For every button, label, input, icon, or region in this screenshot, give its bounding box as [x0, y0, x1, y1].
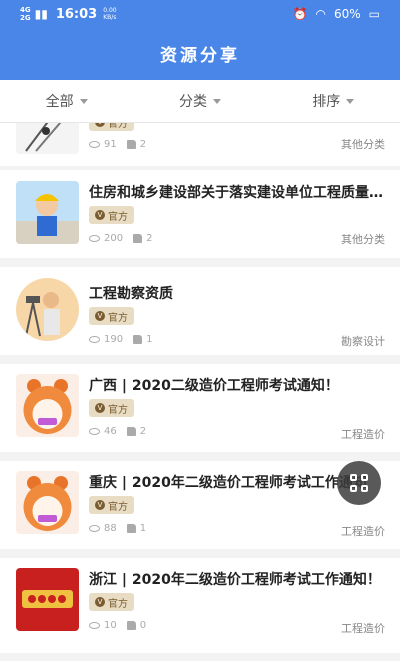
item-category: 工程造价: [341, 428, 385, 441]
item-title: 工程勘察资质: [89, 286, 173, 302]
list-item[interactable]: V官方 91 2 其他分类: [0, 123, 400, 166]
thumbs-up-icon: [126, 621, 136, 630]
view-count: 190: [104, 334, 124, 345]
red-banner-image: [16, 568, 79, 631]
official-badge: V官方: [89, 593, 134, 611]
verified-icon: V: [95, 311, 105, 321]
item-title: 住房和城乡建设部关于落实建设单位工程质量首要责任的通知: [89, 185, 385, 201]
alarm-icon: ⏰: [292, 7, 308, 21]
eye-icon: [89, 336, 100, 343]
status-bar: 4G 2G ▮▮ 16:03 0.00 KB/s ⏰ ◠ 60% ▭: [0, 0, 400, 32]
item-stats: 91 2: [89, 139, 146, 150]
official-badge: V官方: [89, 307, 134, 325]
filter-all-label: 全部: [45, 94, 74, 110]
item-stats: 46 2: [89, 426, 146, 437]
signal-4g: 4G: [20, 6, 31, 14]
eye-icon: [89, 235, 100, 242]
clock: 16:03: [55, 6, 98, 22]
grid-icon: [350, 474, 368, 492]
filter-bar: 全部 分类 排序: [0, 80, 400, 123]
filter-sort[interactable]: 排序: [267, 80, 400, 122]
official-badge: V官方: [89, 496, 134, 514]
badge-label: 官方: [108, 312, 128, 324]
view-count: 91: [104, 139, 117, 150]
badge-label: 官方: [108, 501, 128, 513]
floating-menu-button[interactable]: [337, 461, 381, 505]
net-speed: 0.00 KB/s: [103, 7, 116, 21]
badge-label: 官方: [108, 123, 128, 130]
item-stats: 200 2: [89, 233, 152, 244]
eye-icon: [89, 525, 100, 532]
list-item[interactable]: 工程勘察资质 V 官方 190 1 勘察设计: [0, 267, 400, 355]
net-speed-unit: KB/s: [103, 14, 117, 21]
filter-category[interactable]: 分类: [133, 80, 266, 122]
badge-label: 官方: [108, 598, 128, 610]
eye-icon: [89, 622, 100, 629]
thumbs-up-icon: [126, 140, 136, 149]
chevron-down-icon: [79, 98, 88, 104]
verified-icon: V: [95, 403, 105, 413]
wifi-icon: ◠: [315, 7, 326, 21]
signal-indicators: 4G 2G: [20, 6, 31, 22]
like-count: 1: [139, 523, 147, 534]
thumbs-up-icon: [126, 524, 136, 533]
item-stats: 190 1: [89, 334, 152, 345]
item-category: 勘察设计: [341, 335, 385, 348]
item-stats: 88 1: [89, 523, 146, 534]
eye-icon: [89, 141, 100, 148]
item-title: 广西 | 2020二级造价工程师考试通知！: [89, 378, 339, 394]
item-category: 其他分类: [341, 233, 385, 246]
battery-icon: ▭: [368, 7, 380, 21]
thumbs-up-icon: [126, 427, 136, 436]
official-badge: V官方: [89, 123, 134, 131]
item-title: 浙江 | 2020年二级造价工程师考试工作通知！: [89, 572, 381, 588]
view-count: 46: [104, 426, 117, 437]
thumbs-up-icon: [133, 335, 143, 344]
chevron-down-icon: [346, 98, 355, 104]
verified-icon: V: [95, 123, 105, 127]
signal-bars-icon: ▮▮: [34, 7, 48, 21]
view-count: 10: [104, 620, 117, 631]
list-item[interactable]: 广西 | 2020二级造价工程师考试通知！ V 官方 46 2 工程造价: [0, 364, 400, 452]
badge-label: 官方: [108, 404, 128, 416]
list-item[interactable]: 住房和城乡建设部关于落实建设单位工程质量首要责任的通知 V官方 200 2 其他…: [0, 170, 400, 258]
builder-cartoon-image: [16, 181, 79, 244]
badge-label: 官方: [108, 211, 128, 223]
thumbs-up-icon: [133, 234, 143, 243]
item-category: 工程造价: [341, 525, 385, 538]
filter-category-label: 分类: [178, 94, 207, 110]
like-count: 2: [139, 139, 147, 150]
official-badge: V官方: [89, 399, 134, 417]
battery-label: 60%: [333, 7, 361, 21]
list-item[interactable]: 浙江 | 2020年二级造价工程师考试工作通知！ V 官方 10 0 工程造价: [0, 558, 400, 653]
signal-2g: 2G: [20, 14, 31, 22]
resource-list: V官方 91 2 其他分类 住房和城乡建设部关于落实建设单位工程质量首要责任的通…: [0, 123, 400, 661]
bear-mascot-image: [16, 374, 79, 437]
item-category: 其他分类: [341, 138, 385, 151]
view-count: 200: [104, 233, 124, 244]
official-badge: V官方: [89, 206, 134, 224]
eye-icon: [89, 428, 100, 435]
filter-all[interactable]: 全部: [0, 80, 133, 122]
item-category: 工程造价: [341, 622, 385, 635]
net-speed-value: 0.00: [103, 7, 117, 14]
like-count: 1: [146, 334, 153, 345]
app-title: 资源分享: [0, 32, 400, 80]
filter-sort-label: 排序: [312, 94, 341, 110]
surveyor-image: [16, 278, 79, 341]
item-stats: 10 0: [89, 620, 146, 631]
like-count: 2: [146, 233, 153, 244]
construction-worker-image: [16, 123, 79, 154]
verified-icon: V: [95, 210, 105, 220]
view-count: 88: [104, 523, 117, 534]
verified-icon: V: [95, 597, 105, 607]
verified-icon: V: [95, 500, 105, 510]
like-count: 0: [139, 620, 147, 631]
like-count: 2: [139, 426, 147, 437]
chevron-down-icon: [212, 98, 221, 104]
bear-mascot-image: [16, 471, 79, 534]
